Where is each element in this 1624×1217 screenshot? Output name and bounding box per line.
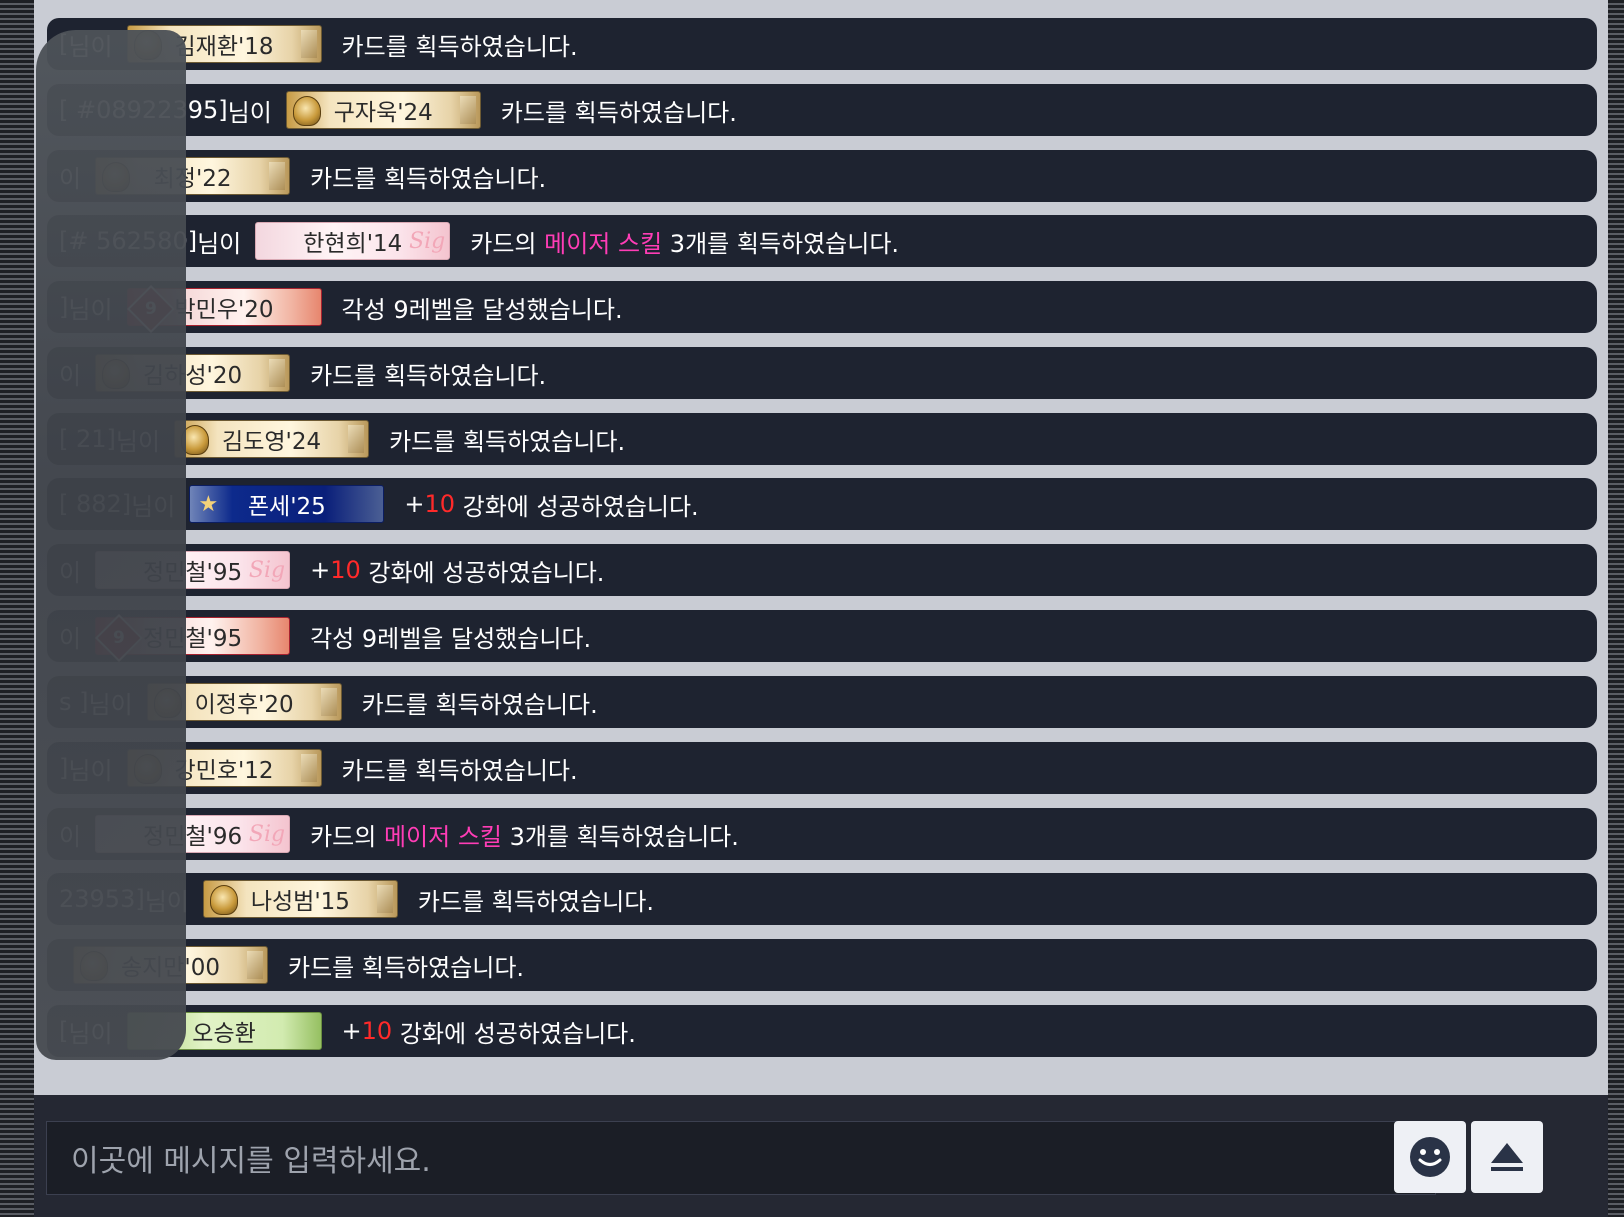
- card-corner-decoration: [376, 885, 393, 913]
- message-user-suffix: 님이: [227, 98, 272, 127]
- message-text: 메이저 스킬: [544, 229, 663, 258]
- send-button[interactable]: [1471, 1121, 1543, 1193]
- chat-message: 이Sig정민철'96카드의 메이저 스킬 3개를 획득하였습니다.: [47, 808, 1597, 860]
- message-text: 10: [361, 1017, 393, 1045]
- message-text: 각성 9레벨을 달성했습니다.: [341, 295, 623, 324]
- blue-star-icon: ★: [198, 491, 219, 517]
- message-text: 카드를 획득하였습니다.: [310, 164, 547, 193]
- player-card-badge[interactable]: 김도영'24: [174, 420, 370, 458]
- emoji-button[interactable]: [1394, 1121, 1466, 1193]
- card-player-name: 나성범'15: [250, 889, 350, 915]
- chat-message: [ #08922395]님이구자욱'24카드를 획득하였습니다.: [47, 84, 1597, 136]
- chat-message: 23953]님이나성범'15카드를 획득하였습니다.: [47, 873, 1597, 925]
- message-text: 카드의: [310, 822, 384, 851]
- chat-message: 이9정민철'95각성 9레벨을 달성했습니다.: [47, 610, 1597, 662]
- message-text: +: [341, 1017, 362, 1045]
- right-edge-texture: [1608, 0, 1624, 1217]
- card-player-name: 구자욱'24: [333, 100, 433, 126]
- card-player-name: 한현희'14: [303, 231, 403, 257]
- message-text: 3개를 획득하였습니다.: [662, 229, 900, 258]
- message-text: 3개를 획득하였습니다.: [502, 822, 739, 851]
- message-text: 각성 9레벨을 달성했습니다.: [310, 624, 592, 653]
- chat-message: [님이오승환+10 강화에 성공하였습니다.: [47, 1005, 1597, 1057]
- message-text: 메이저 스킬: [383, 822, 502, 851]
- smiley-face-icon: [1410, 1137, 1450, 1177]
- eject-up-arrow-icon: [1491, 1143, 1523, 1171]
- chat-message: s ]님이이정후'20카드를 획득하였습니다.: [47, 676, 1597, 728]
- card-player-name: 오승환: [192, 1021, 256, 1047]
- player-card-badge[interactable]: 구자욱'24: [285, 91, 481, 129]
- card-player-name: 김재환'18: [174, 34, 274, 60]
- card-player-name: 폰세'25: [247, 494, 326, 520]
- card-corner-decoration: [300, 30, 317, 58]
- message-text: +: [404, 490, 425, 518]
- message-text: 카드를 획득하였습니다.: [361, 690, 598, 719]
- chat-message: ]님이9박민우'20각성 9레벨을 달성했습니다.: [47, 281, 1597, 333]
- message-text: +: [310, 556, 331, 584]
- signature-icon: Sig: [248, 822, 286, 847]
- signature-icon: Sig: [409, 229, 446, 254]
- message-user-suffix: 님이: [197, 229, 242, 258]
- chat-message: ]님이강민호'12카드를 획득하였습니다.: [47, 742, 1597, 794]
- message-text: 카드를 획득하였습니다.: [310, 361, 547, 390]
- chat-message: [ 21]님이김도영'24카드를 획득하였습니다.: [47, 413, 1597, 465]
- message-text: 강화에 성공하였습니다.: [360, 558, 605, 587]
- card-corner-decoration: [269, 162, 286, 190]
- message-text: 카드를 획득하였습니다.: [389, 427, 626, 456]
- chat-message: 이김하성'20카드를 획득하였습니다.: [47, 347, 1597, 399]
- message-text: 카드를 획득하였습니다.: [341, 32, 578, 61]
- player-card-badge[interactable]: ★ 폰세'25: [189, 485, 385, 523]
- chat-message: [# 562580]님이Sig한현희'14카드의 메이저 스킬 3개를 획득하였…: [47, 215, 1597, 267]
- message-text: 10: [330, 556, 361, 584]
- message-text: 카드를 획득하였습니다.: [341, 756, 578, 785]
- card-player-name: 이정후'20: [194, 692, 294, 718]
- redaction-overlay: [36, 30, 186, 1060]
- gold-trophy-icon: [292, 96, 321, 126]
- chat-message: 송지만'00카드를 획득하였습니다.: [47, 939, 1597, 991]
- card-corner-decoration: [348, 425, 365, 453]
- card-player-name: 박민우'20: [174, 297, 274, 323]
- signature-icon: Sig: [248, 558, 286, 583]
- card-player-name: 강민호'12: [174, 758, 274, 784]
- card-corner-decoration: [459, 96, 476, 124]
- message-text: 카드를 획득하였습니다.: [417, 887, 654, 916]
- message-text: 강화에 성공하였습니다.: [455, 492, 699, 521]
- card-corner-decoration: [269, 359, 286, 387]
- card-corner-decoration: [300, 754, 317, 782]
- card-corner-decoration: [320, 688, 337, 716]
- chat-message: [님이김재환'18카드를 획득하였습니다.: [47, 18, 1597, 70]
- player-card-badge[interactable]: Sig 한현희'14: [255, 222, 451, 260]
- player-card-badge[interactable]: 나성범'15: [202, 880, 398, 918]
- message-text: 10: [424, 490, 455, 518]
- chat-message: 이최정'22카드를 획득하였습니다.: [47, 150, 1597, 202]
- message-text: 강화에 성공하였습니다.: [392, 1019, 636, 1048]
- message-text: 카드를 획득하였습니다.: [288, 953, 525, 982]
- message-input[interactable]: 이곳에 메시지를 입력하세요.: [46, 1121, 1436, 1195]
- chat-message: [ 882]님이★폰세'25+10 강화에 성공하였습니다.: [47, 478, 1597, 530]
- gold-trophy-icon: [209, 885, 238, 915]
- card-player-name: 김도영'24: [222, 429, 322, 455]
- message-text: 카드의: [470, 229, 545, 258]
- chat-message: 이Sig정민철'95+10 강화에 성공하였습니다.: [47, 544, 1597, 596]
- message-text: 카드를 획득하였습니다.: [500, 98, 737, 127]
- left-edge-texture: [0, 0, 34, 1217]
- card-corner-decoration: [247, 951, 263, 979]
